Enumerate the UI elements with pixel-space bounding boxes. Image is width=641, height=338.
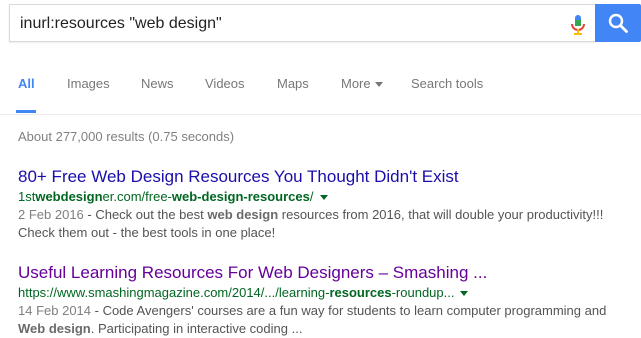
tab-news[interactable]: News xyxy=(141,76,174,91)
search-button[interactable] xyxy=(595,4,641,42)
tab-more-label: More xyxy=(341,76,371,91)
result-url: 1stwebdesigner.com/free-web-design-resou… xyxy=(18,188,628,206)
tab-search-tools[interactable]: Search tools xyxy=(411,76,483,91)
search-icon xyxy=(608,13,628,33)
tab-all[interactable]: All xyxy=(18,76,35,91)
active-tab-indicator xyxy=(16,110,36,113)
search-box[interactable] xyxy=(9,4,595,42)
search-result: Useful Learning Resources For Web Design… xyxy=(18,262,628,338)
result-title-link[interactable]: Useful Learning Resources For Web Design… xyxy=(18,262,628,284)
result-url: https://www.smashingmagazine.com/2014/..… xyxy=(18,284,628,302)
tab-images[interactable]: Images xyxy=(67,76,110,91)
result-stats: About 277,000 results (0.75 seconds) xyxy=(18,129,235,144)
caret-down-icon xyxy=(374,82,383,88)
result-snippet: 14 Feb 2014 - Code Avengers' courses are… xyxy=(18,303,607,336)
url-dropdown-icon[interactable] xyxy=(319,195,328,201)
search-result: 80+ Free Web Design Resources You Though… xyxy=(18,166,628,242)
tab-more[interactable]: More xyxy=(341,76,383,91)
search-input[interactable] xyxy=(20,13,550,35)
search-tabs: All Images News Videos Maps More Search … xyxy=(0,60,641,114)
divider xyxy=(0,114,641,115)
result-snippet: 2 Feb 2016 - Check out the best web desi… xyxy=(18,207,604,240)
tab-videos[interactable]: Videos xyxy=(205,76,245,91)
result-title-link[interactable]: 80+ Free Web Design Resources You Though… xyxy=(18,166,628,188)
tab-maps[interactable]: Maps xyxy=(277,76,309,91)
url-dropdown-icon[interactable] xyxy=(460,291,469,297)
microphone-icon[interactable] xyxy=(569,14,587,36)
